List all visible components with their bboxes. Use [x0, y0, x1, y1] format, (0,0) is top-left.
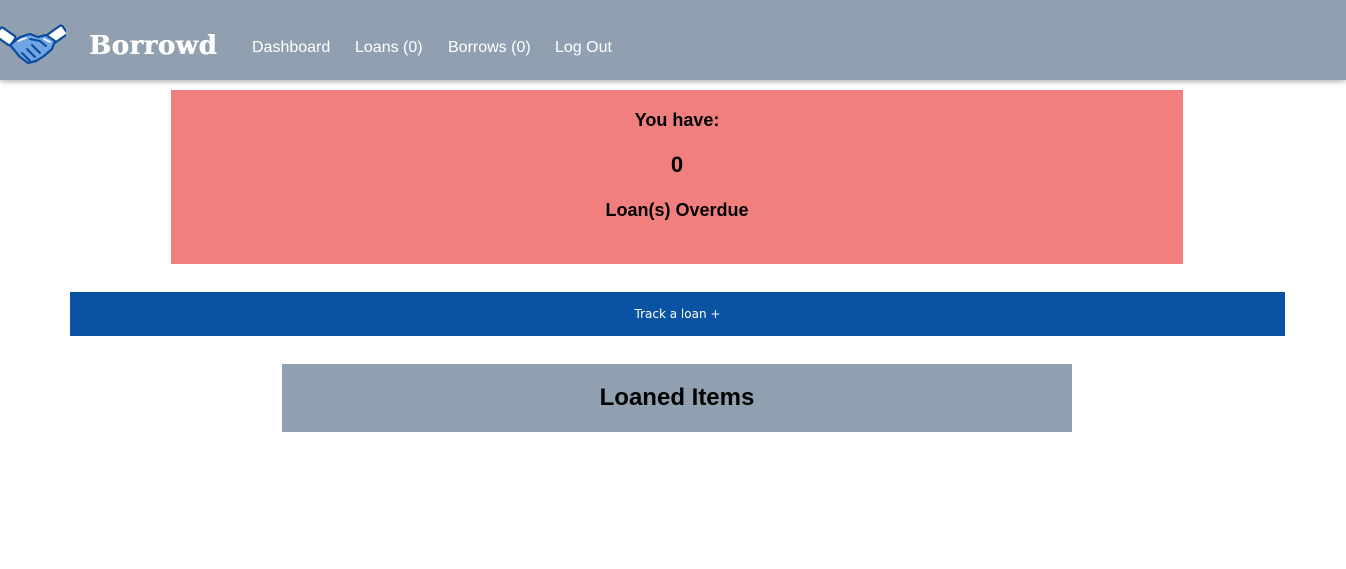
overdue-label: Loan(s) Overdue [605, 200, 749, 220]
overdue-heading: You have: [634, 110, 720, 130]
handshake-icon[interactable] [0, 19, 69, 69]
overdue-summary-panel: You have: 0 Loan(s) Overdue [171, 90, 1183, 264]
navbar: Borrowd Dashboard Loans (0) Borrows (0) … [0, 0, 1346, 80]
nav-link-dashboard[interactable]: Dashboard [252, 38, 330, 57]
loaned-items-title: Loaned Items [599, 384, 755, 411]
nav-link-loans[interactable]: Loans (0) [355, 38, 423, 57]
brand-name[interactable]: Borrowd [89, 30, 217, 62]
loaned-items-header: Loaned Items [282, 364, 1072, 432]
track-loan-button[interactable]: Track a loan + [70, 292, 1285, 336]
nav-link-borrows[interactable]: Borrows (0) [448, 38, 531, 57]
overdue-count: 0 [670, 152, 684, 177]
nav-link-logout[interactable]: Log Out [555, 38, 612, 57]
